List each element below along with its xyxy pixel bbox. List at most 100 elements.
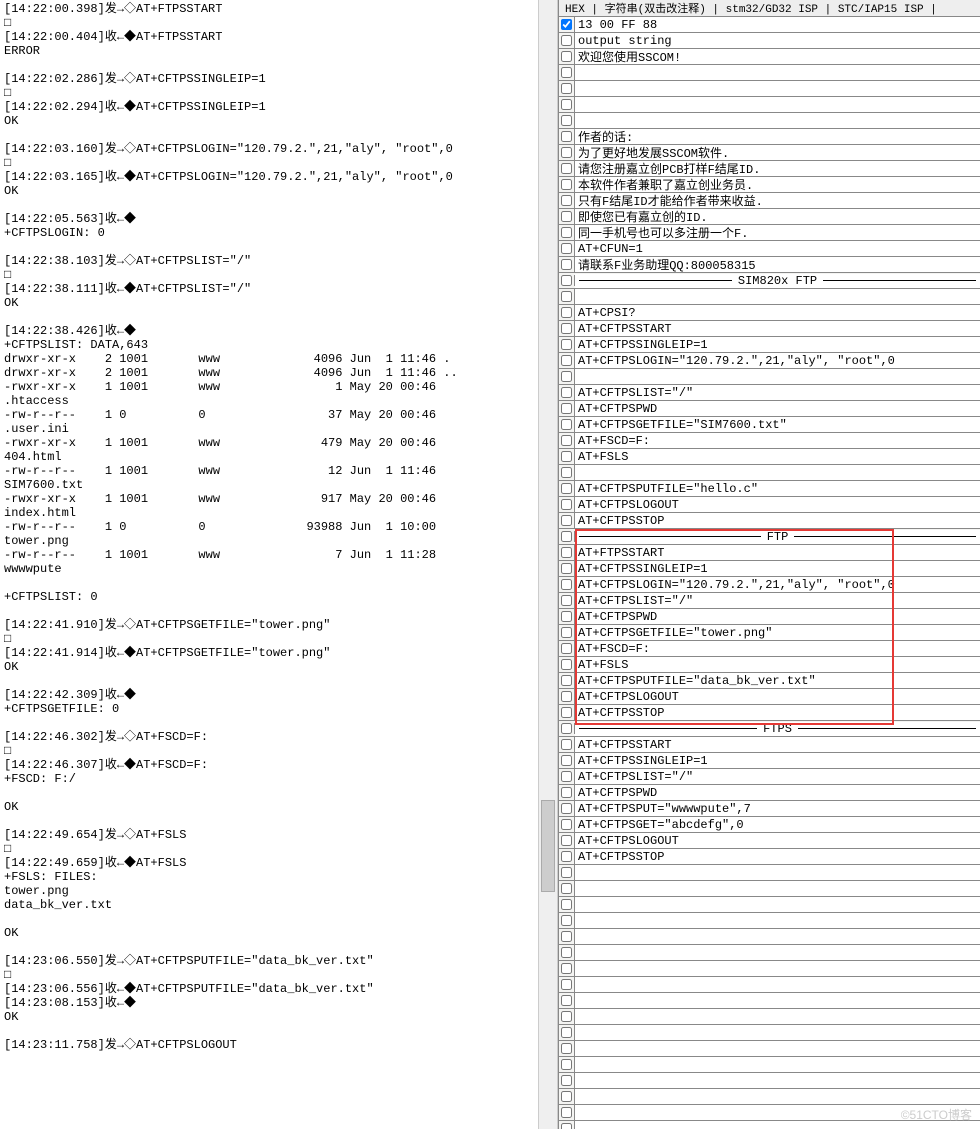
command-input[interactable] <box>575 449 980 464</box>
command-input[interactable] <box>575 353 980 368</box>
command-input[interactable] <box>575 1009 980 1024</box>
row-checkbox[interactable] <box>561 883 572 894</box>
row-checkbox[interactable] <box>561 291 572 302</box>
command-input[interactable] <box>575 561 980 576</box>
command-input[interactable] <box>575 849 980 864</box>
command-input[interactable] <box>575 145 980 160</box>
row-checkbox[interactable] <box>561 387 572 398</box>
row-checkbox[interactable] <box>561 819 572 830</box>
command-input[interactable] <box>575 705 980 720</box>
row-checkbox[interactable] <box>561 611 572 622</box>
command-input[interactable] <box>575 929 980 944</box>
command-input[interactable] <box>575 161 980 176</box>
command-input[interactable] <box>575 865 980 880</box>
row-checkbox[interactable] <box>561 563 572 574</box>
row-checkbox[interactable] <box>561 211 572 222</box>
command-input[interactable] <box>575 385 980 400</box>
row-checkbox[interactable] <box>561 195 572 206</box>
command-input[interactable] <box>575 753 980 768</box>
row-checkbox[interactable] <box>561 547 572 558</box>
row-checkbox[interactable] <box>561 1123 572 1129</box>
command-input[interactable] <box>575 49 980 64</box>
row-checkbox[interactable] <box>561 707 572 718</box>
row-checkbox[interactable] <box>561 35 572 46</box>
row-checkbox[interactable] <box>561 1027 572 1038</box>
command-input[interactable] <box>575 481 980 496</box>
row-checkbox[interactable] <box>561 419 572 430</box>
command-input[interactable] <box>575 81 980 96</box>
row-checkbox[interactable] <box>561 515 572 526</box>
command-input[interactable] <box>575 961 980 976</box>
row-checkbox[interactable] <box>561 99 572 110</box>
row-checkbox[interactable] <box>561 435 572 446</box>
row-checkbox[interactable] <box>561 899 572 910</box>
row-checkbox[interactable] <box>561 867 572 878</box>
row-checkbox[interactable] <box>561 355 572 366</box>
command-input[interactable] <box>575 401 980 416</box>
command-input[interactable] <box>575 513 980 528</box>
row-checkbox[interactable] <box>561 499 572 510</box>
command-input[interactable] <box>575 33 980 48</box>
row-checkbox[interactable] <box>561 963 572 974</box>
command-input[interactable] <box>575 737 980 752</box>
command-input[interactable] <box>575 1025 980 1040</box>
command-input[interactable] <box>575 801 980 816</box>
row-checkbox[interactable] <box>561 227 572 238</box>
row-checkbox[interactable] <box>561 371 572 382</box>
row-checkbox[interactable] <box>561 147 572 158</box>
row-checkbox[interactable] <box>561 595 572 606</box>
row-checkbox[interactable] <box>561 627 572 638</box>
command-input[interactable] <box>575 209 980 224</box>
command-input[interactable] <box>575 593 980 608</box>
row-checkbox[interactable] <box>561 1107 572 1118</box>
row-checkbox[interactable] <box>561 1059 572 1070</box>
row-checkbox[interactable] <box>561 115 572 126</box>
command-input[interactable] <box>575 1057 980 1072</box>
command-input[interactable] <box>575 785 980 800</box>
command-input[interactable] <box>575 113 980 128</box>
command-input[interactable] <box>575 817 980 832</box>
row-checkbox[interactable] <box>561 339 572 350</box>
row-checkbox[interactable] <box>561 19 572 30</box>
row-checkbox[interactable] <box>561 307 572 318</box>
row-checkbox[interactable] <box>561 835 572 846</box>
command-input[interactable] <box>575 993 980 1008</box>
command-input[interactable] <box>575 657 980 672</box>
row-checkbox[interactable] <box>561 67 572 78</box>
command-input[interactable] <box>575 321 980 336</box>
command-input[interactable] <box>575 305 980 320</box>
row-checkbox[interactable] <box>561 323 572 334</box>
row-checkbox[interactable] <box>561 163 572 174</box>
command-input[interactable] <box>575 545 980 560</box>
command-input[interactable] <box>575 497 980 512</box>
scrollbar-thumb[interactable] <box>541 800 555 892</box>
command-input[interactable] <box>575 65 980 80</box>
row-checkbox[interactable] <box>561 275 572 286</box>
command-input[interactable] <box>575 673 980 688</box>
row-checkbox[interactable] <box>561 1091 572 1102</box>
row-checkbox[interactable] <box>561 483 572 494</box>
row-checkbox[interactable] <box>561 659 572 670</box>
row-checkbox[interactable] <box>561 755 572 766</box>
row-checkbox[interactable] <box>561 723 572 734</box>
command-input[interactable] <box>575 913 980 928</box>
row-checkbox[interactable] <box>561 1043 572 1054</box>
row-checkbox[interactable] <box>561 1075 572 1086</box>
row-checkbox[interactable] <box>561 643 572 654</box>
row-checkbox[interactable] <box>561 467 572 478</box>
command-input[interactable] <box>575 433 980 448</box>
command-input[interactable] <box>575 241 980 256</box>
row-checkbox[interactable] <box>561 979 572 990</box>
row-checkbox[interactable] <box>561 51 572 62</box>
command-input[interactable] <box>575 97 980 112</box>
command-input[interactable] <box>575 1089 980 1104</box>
command-input[interactable] <box>575 289 980 304</box>
command-input[interactable] <box>575 177 980 192</box>
command-input[interactable] <box>575 945 980 960</box>
command-input[interactable] <box>575 1041 980 1056</box>
row-checkbox[interactable] <box>561 803 572 814</box>
command-input[interactable] <box>575 833 980 848</box>
row-checkbox[interactable] <box>561 995 572 1006</box>
command-input[interactable] <box>575 193 980 208</box>
row-checkbox[interactable] <box>561 931 572 942</box>
